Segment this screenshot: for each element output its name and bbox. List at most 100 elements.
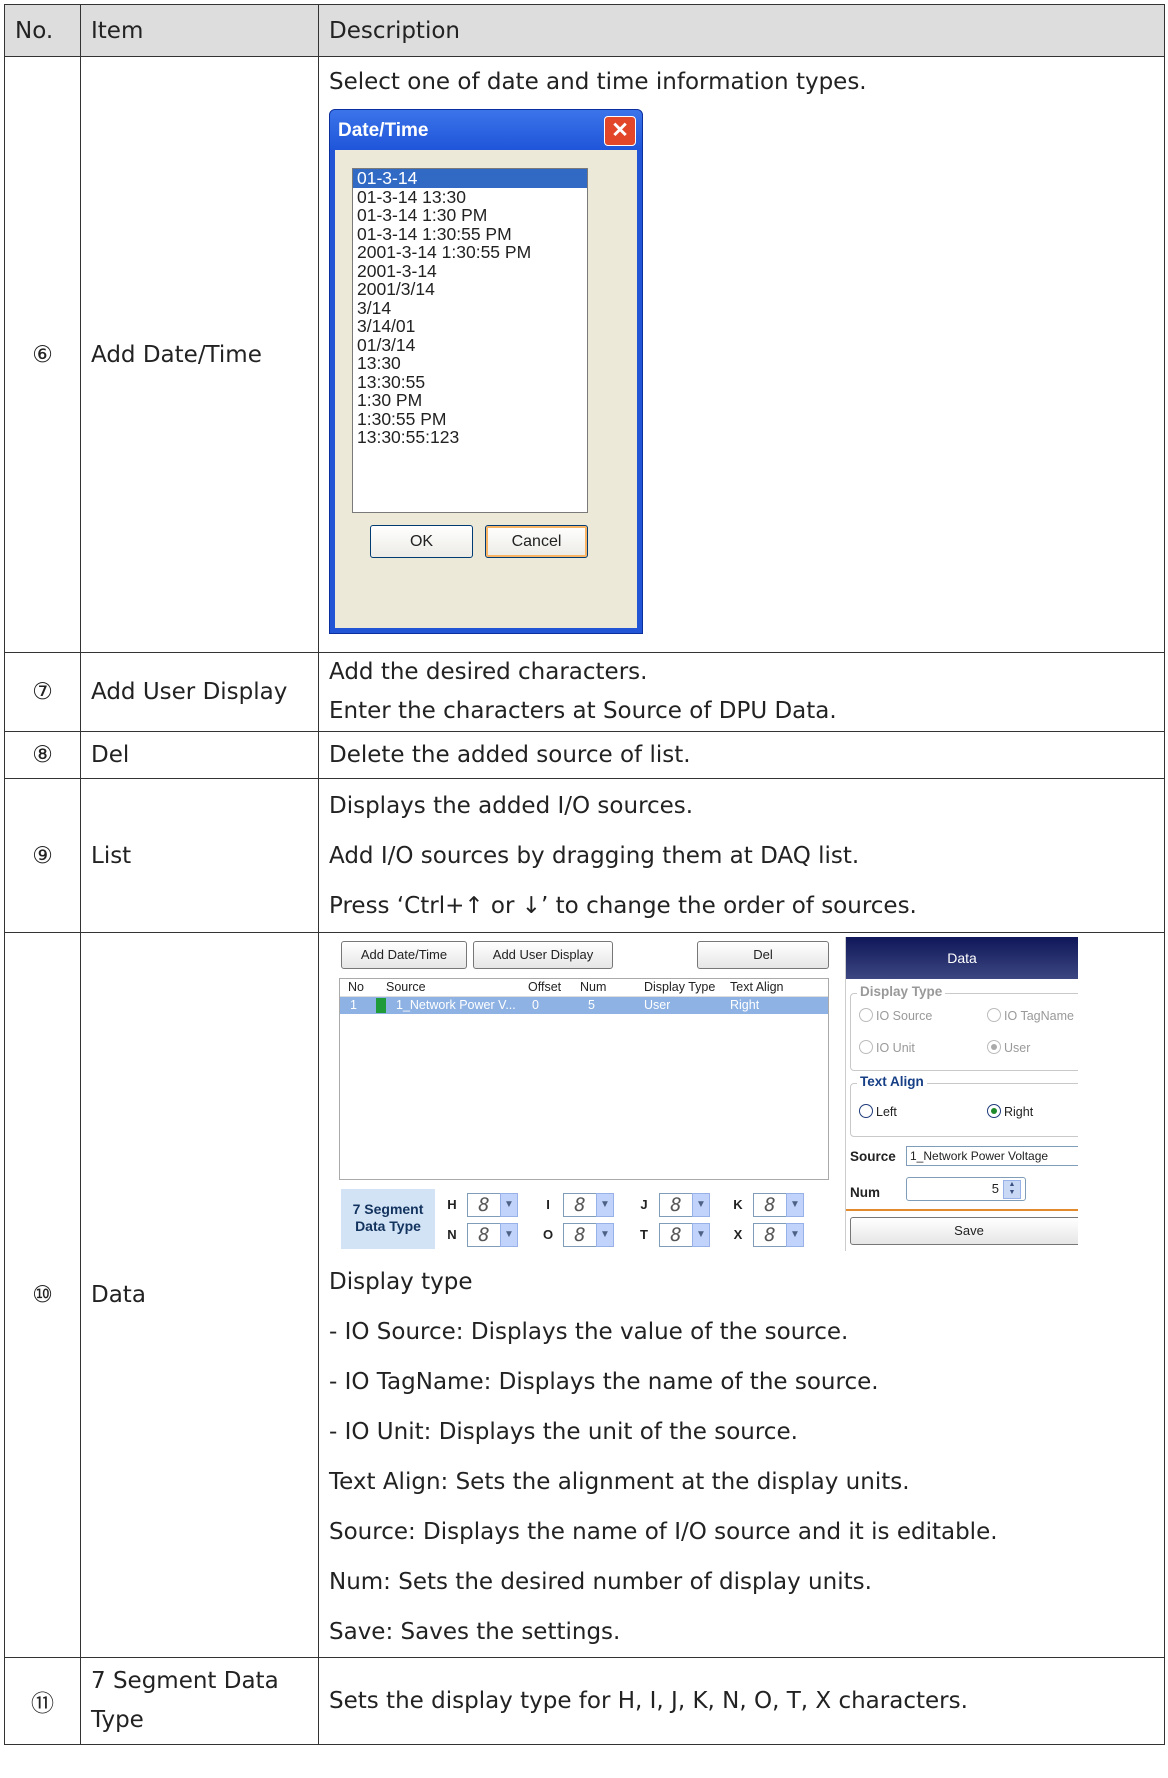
- col-no: No: [348, 980, 364, 994]
- group-title: Display Type: [857, 984, 946, 999]
- segment-selector-x[interactable]: X 8 ▼: [731, 1223, 805, 1247]
- list-item[interactable]: 3/14: [353, 298, 587, 318]
- radio-label: User: [1004, 1041, 1031, 1055]
- segment-letter: T: [640, 1227, 648, 1242]
- dialog-title: Date/Time: [338, 120, 429, 141]
- close-icon[interactable]: ✕: [604, 116, 636, 146]
- row-number: ⑥: [4, 56, 81, 653]
- data-settings-panel: Data Display Type IO Source IO TagName I…: [845, 937, 1078, 1251]
- group-title: Text Align: [857, 1074, 927, 1089]
- chevron-down-icon[interactable]: ▼: [500, 1193, 518, 1217]
- segment-selector-k[interactable]: K 8 ▼: [731, 1193, 805, 1217]
- num-value: 5: [991, 1181, 999, 1196]
- source-input[interactable]: 1_Network Power Voltage: [906, 1146, 1078, 1166]
- cancel-button[interactable]: Cancel: [485, 525, 588, 558]
- list-item[interactable]: 01/3/14: [353, 335, 587, 355]
- date-time-dialog: Date/Time ✕ 01-3-14 01-3-14 13:30 01-3-14 …: [329, 109, 643, 634]
- row-description: Displays the added I/O sources. Add I/O …: [318, 778, 1165, 933]
- chevron-down-icon[interactable]: ▼: [786, 1223, 804, 1247]
- chevron-down-icon[interactable]: ▼: [786, 1193, 804, 1217]
- segment-letter: J: [640, 1197, 648, 1212]
- segment-selector-h[interactable]: H 8 ▼: [445, 1193, 519, 1217]
- cell-display-type: User: [644, 998, 671, 1012]
- save-button[interactable]: Save: [850, 1217, 1078, 1245]
- segment-glyph: 8: [563, 1193, 597, 1217]
- list-item[interactable]: 1:30:55 PM: [353, 409, 587, 429]
- data-screen: Add Date/Time Add User Display Del No So…: [329, 937, 1078, 1251]
- segment-glyph: 8: [753, 1193, 787, 1217]
- radio-left[interactable]: Left: [859, 1104, 897, 1119]
- list-item[interactable]: 2001-3-14 1:30:55 PM: [353, 243, 587, 262]
- radio-io-source[interactable]: IO Source: [859, 1008, 932, 1023]
- radio-io-tagname[interactable]: IO TagName: [987, 1008, 1074, 1023]
- table-header-row: No. Item Description: [4, 4, 1165, 57]
- row-item: Add Date/Time: [80, 56, 319, 653]
- col-num: Num: [580, 980, 607, 994]
- add-user-display-button[interactable]: Add User Display: [473, 941, 613, 969]
- col-text-align: Text Align: [730, 980, 784, 994]
- segment-glyph: 8: [563, 1223, 597, 1247]
- list-item[interactable]: 01-3-14: [353, 169, 587, 188]
- description-line: Select one of date and time information …: [329, 69, 867, 95]
- ok-button[interactable]: OK: [370, 525, 473, 558]
- list-header: No Source Offset Num Display Type Text A…: [340, 979, 828, 997]
- description-line: Source: Displays the name of I/O source …: [329, 1519, 998, 1545]
- table-row: ⑩ Data Add Date/Time Add User Display De…: [4, 932, 1165, 1658]
- description-line: Add I/O sources by dragging them at DAQ …: [329, 842, 860, 869]
- description-line: Save: Saves the settings.: [329, 1619, 621, 1645]
- description-line: Press ‘Ctrl+↑ or ↓’ to change the order …: [329, 892, 917, 919]
- radio-right[interactable]: Right: [987, 1104, 1033, 1119]
- list-item[interactable]: 13:30:55:123: [353, 428, 587, 447]
- chevron-down-icon[interactable]: ▼: [596, 1193, 614, 1217]
- list-item[interactable]: 1:30 PM: [353, 391, 587, 410]
- segment-glyph: 8: [753, 1223, 787, 1247]
- source-list[interactable]: No Source Offset Num Display Type Text A…: [339, 978, 829, 1180]
- add-datetime-button[interactable]: Add Date/Time: [341, 941, 467, 969]
- row-description: Sets the display type for H, I, J, K, N,…: [318, 1657, 1165, 1745]
- radio-user[interactable]: User: [987, 1040, 1030, 1055]
- chevron-down-icon[interactable]: ▼: [596, 1223, 614, 1247]
- radio-label: IO Unit: [876, 1041, 915, 1055]
- date-format-list[interactable]: 01-3-14 01-3-14 13:30 01-3-14 1:30 PM 01-3-…: [352, 168, 588, 513]
- segment-selector-j[interactable]: J 8 ▼: [637, 1193, 711, 1217]
- list-item[interactable]: 3/14/01: [353, 317, 587, 336]
- chevron-down-icon[interactable]: ▼: [500, 1223, 518, 1247]
- dialog-body: 01-3-14 01-3-14 13:30 01-3-14 1:30 PM 01-3-…: [335, 150, 637, 628]
- segment-letter: O: [542, 1227, 554, 1242]
- segment-letter: N: [447, 1227, 457, 1242]
- segment-selector-n[interactable]: N 8 ▼: [445, 1223, 519, 1247]
- row-item: List: [80, 778, 319, 933]
- table-row: ⑨ List Displays the added I/O sources. A…: [4, 778, 1165, 933]
- segment-letter: H: [447, 1197, 457, 1212]
- segment-selector-o[interactable]: O 8 ▼: [541, 1223, 615, 1247]
- segment-selector-i[interactable]: I 8 ▼: [541, 1193, 615, 1217]
- cell-num: 5: [588, 998, 595, 1012]
- spin-icon[interactable]: ▲ ▼: [1003, 1180, 1021, 1199]
- description-line: Enter the characters at Source of DPU Da…: [329, 698, 837, 724]
- table-row: ⑪ 7 Segment Data Type Sets the display t…: [4, 1657, 1165, 1745]
- row-number: ⑨: [4, 778, 81, 933]
- del-button[interactable]: Del: [697, 941, 829, 969]
- cell-text-align: Right: [730, 998, 760, 1012]
- radio-label: IO Source: [876, 1009, 933, 1023]
- list-item[interactable]: 2001/3/14: [353, 280, 587, 299]
- header-item: Item: [80, 4, 319, 57]
- segment-selector-t[interactable]: T 8 ▼: [637, 1223, 711, 1247]
- list-item[interactable]: 2001-3-14: [353, 261, 587, 281]
- row-description: Delete the added source of list.: [318, 731, 1165, 779]
- radio-io-unit[interactable]: IO Unit: [859, 1040, 915, 1055]
- list-item[interactable]: 01-3-14 1:30 PM: [353, 206, 587, 225]
- display-type-group: Display Type IO Source IO TagName IO Uni…: [850, 984, 1078, 1071]
- chevron-down-icon[interactable]: ▼: [692, 1193, 710, 1217]
- row-number: ⑩: [4, 932, 81, 1658]
- header-no: No.: [4, 4, 81, 57]
- list-item[interactable]: 1 1_Network Power V... 0 5 User Right: [340, 997, 828, 1014]
- row-number: ⑦: [4, 652, 81, 732]
- list-item[interactable]: 01-3-14 1:30:55 PM: [353, 224, 587, 244]
- list-item[interactable]: 13:30: [353, 354, 587, 373]
- list-item[interactable]: 13:30:55: [353, 372, 587, 392]
- list-item[interactable]: 01-3-14 13:30: [353, 187, 587, 207]
- num-stepper[interactable]: 5 ▲ ▼: [906, 1177, 1026, 1201]
- chevron-down-icon[interactable]: ▼: [692, 1223, 710, 1247]
- table-row: ⑥ Add Date/Time Select one of date and t…: [4, 56, 1165, 653]
